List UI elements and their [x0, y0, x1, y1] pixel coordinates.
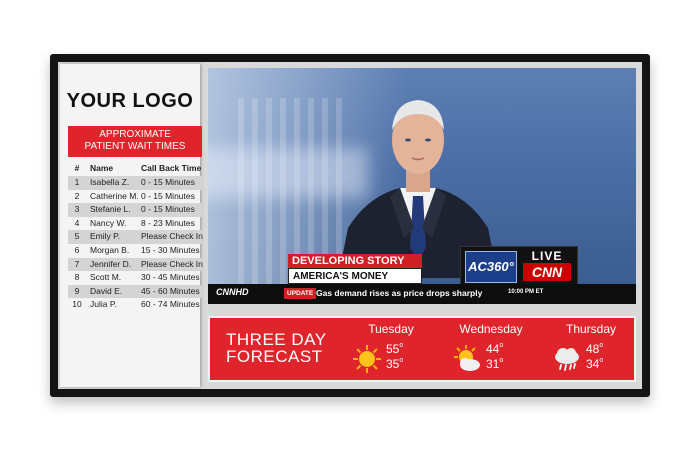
- row-number: 4: [74, 217, 80, 228]
- sun-icon: [353, 345, 381, 373]
- partly-cloudy-icon: [454, 345, 480, 371]
- news-ticker: CNNHD UPDATE Gas demand rises as price d…: [208, 284, 636, 304]
- row-number: 3: [74, 204, 80, 215]
- col-header-name: Name: [90, 163, 114, 173]
- day-name: Wednesday: [459, 322, 523, 336]
- table-row: 1 Isabella Z. 0 - 15 Minutes: [68, 176, 202, 190]
- table-row: 2 Catherine M. 0 - 15 Minutes: [68, 190, 202, 204]
- row-name: Isabella Z.: [90, 177, 130, 187]
- table-row: 4 Nancy W. 8 - 23 Minutes: [68, 217, 202, 231]
- day-name: Tuesday: [368, 322, 414, 336]
- row-name: Stefanie L.: [90, 204, 131, 215]
- row-name: Emily P.: [90, 231, 121, 242]
- table-row: 9 David E. 45 - 60 Minutes: [68, 284, 202, 299]
- table-row: 6 Morgan B. 15 - 30 Minutes: [68, 244, 202, 258]
- table-row: 3 Stefanie L. 0 - 15 Minutes: [68, 203, 202, 217]
- row-number: 10: [72, 299, 82, 310]
- headline-top: DEVELOPING STORY: [288, 254, 422, 268]
- row-number: 7: [74, 258, 80, 269]
- wait-title-line2: PATIENT WAIT TIMES: [84, 141, 186, 152]
- table-row: 5 Emily P. Please Check In: [68, 230, 203, 244]
- row-name: Julia P.: [90, 299, 117, 310]
- wait-times-table: # Name Call Back Time 1 Isabella Z. 0 - …: [68, 160, 203, 312]
- row-time: 0 - 15 Minutes: [141, 190, 195, 201]
- wait-times-panel: YOUR LOGO APPROXIMATE PATIENT WAIT TIMES…: [60, 64, 203, 387]
- table-row: 7 Jennifer D. Please Check In: [68, 257, 203, 272]
- row-name: Jennifer D.: [90, 258, 132, 269]
- logo-text: YOUR LOGO: [66, 90, 194, 112]
- row-name: David E.: [90, 285, 123, 296]
- forecast-title-line1: THREE DAY: [226, 330, 327, 349]
- rain-cloud-icon: [555, 348, 579, 371]
- row-number: 1: [74, 177, 80, 187]
- row-time: 30 - 45 Minutes: [141, 272, 200, 283]
- weather-forecast-panel: THREE DAY FORECAST Tuesday 55o 35o Wedne…: [208, 316, 636, 382]
- forecast-title-line2: FORECAST: [226, 347, 323, 366]
- row-number: 5: [74, 231, 80, 242]
- headline-bottom: AMERICA'S MONEY CRISIS: [288, 268, 422, 298]
- row-name: Catherine M.: [90, 190, 139, 201]
- temp-low: 34o: [586, 357, 604, 371]
- temp-high: 48o: [586, 342, 604, 356]
- temp-high: 44o: [486, 342, 504, 356]
- ticker-tag: UPDATE: [284, 288, 317, 299]
- temp-low: 35o: [386, 357, 404, 371]
- row-time: 0 - 15 Minutes: [141, 204, 195, 215]
- network-logo: CNN: [523, 263, 571, 281]
- row-time: 15 - 30 Minutes: [141, 244, 200, 255]
- row-time: 8 - 23 Minutes: [141, 217, 195, 228]
- row-number: 6: [74, 244, 80, 255]
- signage-screen: YOUR LOGO APPROXIMATE PATIENT WAIT TIMES…: [58, 62, 642, 389]
- col-header-number: #: [74, 163, 80, 173]
- temp-low: 31o: [486, 357, 504, 371]
- network-bug: AC360° LIVE CNN: [460, 246, 578, 286]
- row-time: 60 - 74 Minutes: [141, 299, 200, 310]
- tv-frame: YOUR LOGO APPROXIMATE PATIENT WAIT TIMES…: [50, 54, 650, 397]
- row-name: Nancy W.: [90, 217, 127, 228]
- row-time: 45 - 60 Minutes: [141, 285, 200, 296]
- table-row: 8 Scott M. 30 - 45 Minutes: [68, 271, 202, 285]
- row-time: 0 - 15 Minutes: [141, 177, 195, 187]
- ticker-text: Gas demand rises as price drops sharply: [316, 288, 483, 298]
- live-label: LIVE: [531, 249, 563, 263]
- forecast-title: THREE DAY FORECAST: [226, 331, 327, 365]
- wait-title-line1: APPROXIMATE: [99, 129, 171, 140]
- row-number: 2: [74, 190, 80, 201]
- wait-times-header: APPROXIMATE PATIENT WAIT TIMES: [68, 126, 202, 157]
- row-number: 9: [74, 285, 80, 296]
- day-name: Thursday: [565, 322, 617, 336]
- row-name: Scott M.: [90, 272, 122, 283]
- row-time: Please Check In: [141, 231, 203, 242]
- row-number: 8: [74, 272, 80, 283]
- show-logo: AC360°: [465, 251, 517, 283]
- ticker-logo: CNNHD: [216, 287, 249, 297]
- temp-high: 55o: [386, 342, 404, 356]
- col-header-time: Call Back Time: [141, 163, 202, 173]
- row-name: Morgan B.: [90, 244, 130, 255]
- ticker-time: 10:00 PM ET: [508, 289, 544, 295]
- row-time: Please Check In: [141, 258, 203, 269]
- table-row: 10 Julia P. 60 - 74 Minutes: [68, 298, 202, 312]
- table-header-row: # Name Call Back Time: [68, 160, 202, 176]
- news-video-feed: DEVELOPING STORY AMERICA'S MONEY CRISIS …: [208, 68, 636, 304]
